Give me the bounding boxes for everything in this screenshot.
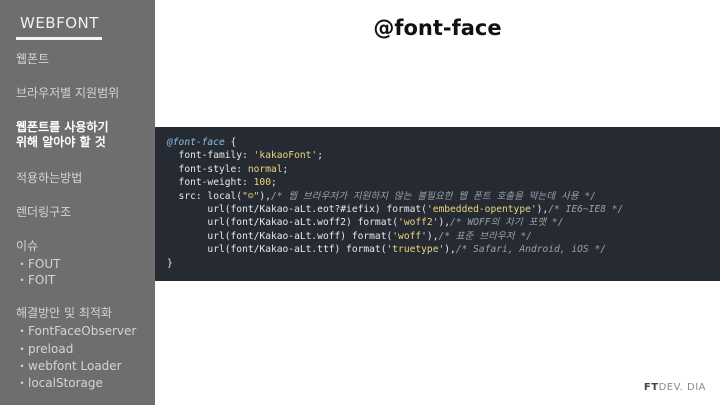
code-brace-open: {: [224, 137, 237, 148]
code-url1: url(font/Kakao-aLt.eot?#iefix) format(: [167, 204, 427, 216]
code-url3: url(font/Kakao-aLt.woff) format(: [167, 230, 393, 242]
code-at-rule: @font-face: [167, 137, 225, 148]
page-title: @font-face: [373, 16, 502, 40]
code-src-prop: src: local(: [167, 190, 243, 202]
code-fs-val: normal: [247, 163, 283, 175]
sidebar-item-label-line2: 위해 알아야 할 것: [16, 135, 106, 149]
code-fmt3: 'woff': [392, 230, 427, 242]
code-comment2: /* WOFF의 차기 포맷 */: [450, 217, 564, 229]
sidebar-subitem-foit[interactable]: ・FOIT: [16, 272, 55, 288]
sidebar-item-label-line1: 웹폰트를 사용하기: [16, 120, 109, 134]
sidebar-brand: WEBFONT: [20, 14, 99, 32]
footer-brand-bold: FT: [643, 382, 659, 393]
sidebar-subitem-webfont-loader[interactable]: ・webfont Loader: [16, 358, 122, 374]
sidebar-subitem-fout[interactable]: ・FOUT: [16, 256, 60, 272]
code-src-local: "☺": [242, 190, 260, 202]
sidebar-subitem-localstorage[interactable]: ・localStorage: [16, 375, 103, 391]
sidebar-item-issues[interactable]: 이슈: [16, 239, 38, 254]
code-text: @font-face { font-family: 'kakaoFont'; f…: [167, 137, 624, 269]
code-fw-prop: font-weight:: [167, 177, 254, 189]
code-src-comment: /* 웹 브라우저가 지원하지 않는 불필요한 웹 폰트 호출을 막는데 사용 …: [270, 190, 596, 202]
code-comment3: /* 표준 브라우저 */: [438, 230, 532, 242]
sidebar-subitem-preload[interactable]: ・preload: [16, 341, 73, 357]
sidebar-item-browser-support[interactable]: 브라우저별 지원범위: [16, 86, 119, 101]
main-content: @font-face @font-face { font-family: 'ka…: [155, 0, 720, 405]
code-fs-prop: font-style:: [167, 163, 248, 175]
sidebar-item-things-to-know[interactable]: 웹폰트를 사용하기 위해 알아야 할 것: [16, 120, 109, 150]
code-close1: ),: [536, 204, 549, 216]
sidebar-item-solutions[interactable]: 해결방안 및 최적화: [16, 306, 112, 321]
code-fmt1: 'embedded-opentype': [426, 204, 537, 216]
code-comment4: /* Safari, Android, iOS */: [455, 244, 607, 256]
footer-brand: FTDEV. DIA: [644, 382, 706, 393]
sidebar-item-webfont[interactable]: 웹폰트: [16, 52, 49, 67]
sidebar-item-rendering[interactable]: 렌더링구조: [16, 205, 71, 220]
code-close2: ),: [438, 217, 451, 229]
sidebar-subitem-fontfaceobserver[interactable]: ・FontFaceObserver: [16, 323, 136, 339]
code-fw-val: 100: [253, 177, 271, 189]
code-close4: ),: [444, 244, 456, 256]
code-block: @font-face { font-family: 'kakaoFont'; f…: [155, 127, 720, 281]
code-url4: url(font/Kakao-aLt.ttf) format(: [167, 244, 387, 256]
code-close3: ),: [426, 230, 439, 242]
code-fmt4: 'truetype': [386, 244, 445, 256]
code-brace-close: }: [167, 257, 173, 269]
sidebar: WEBFONT 웹폰트 브라우저별 지원범위 웹폰트를 사용하기 위해 알아야 …: [0, 0, 155, 405]
sidebar-item-apply-method[interactable]: 적용하는방법: [16, 171, 82, 186]
brand-underline: [16, 37, 102, 40]
code-fmt2: 'woff2': [398, 217, 439, 229]
code-comment1: /* IE6~IE8 */: [548, 204, 624, 216]
code-ff-val: 'kakaoFont': [253, 150, 318, 162]
code-src-close: ),: [259, 190, 271, 202]
code-url2: url(font/Kakao-aLt.woff2) format(: [167, 217, 399, 229]
code-ff-prop: font-family:: [167, 150, 254, 162]
footer-brand-rest: DEV. DIA: [658, 382, 706, 393]
